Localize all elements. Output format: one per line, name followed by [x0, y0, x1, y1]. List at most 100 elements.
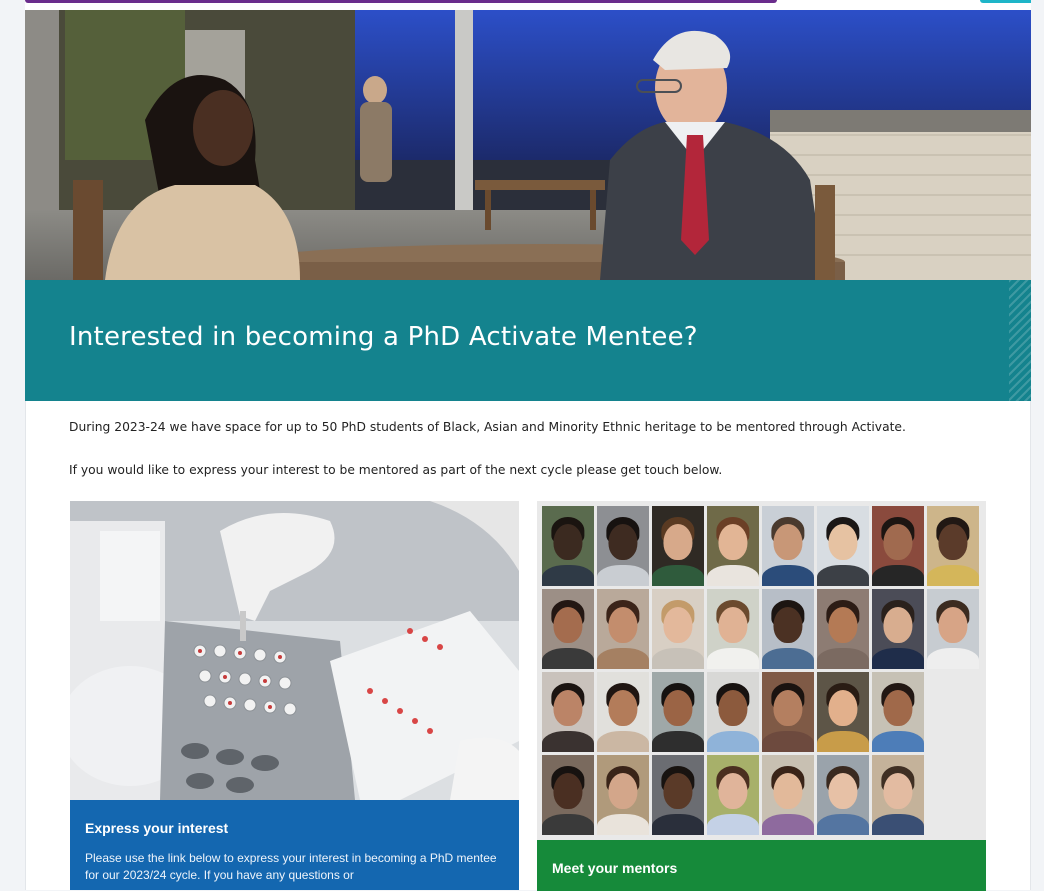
mentor-photo [542, 506, 594, 586]
mentor-shoulders [872, 814, 924, 835]
mentor-shoulders [872, 648, 924, 669]
mentor-face [828, 523, 858, 561]
mentor-shoulders [707, 814, 759, 835]
mentor-shoulders [872, 565, 924, 586]
mentor-shoulders [652, 648, 704, 669]
mentor-face [718, 772, 748, 810]
mentor-face [718, 523, 748, 561]
mentor-shoulders [872, 731, 924, 752]
mentor-shoulders [817, 648, 869, 669]
mentor-face [663, 689, 693, 727]
mentor-photo [597, 506, 649, 586]
mentor-shoulders [927, 565, 979, 586]
mentor-face [663, 523, 693, 561]
mentor-face [773, 772, 803, 810]
interest-paragraph: If you would like to express your intere… [69, 463, 723, 477]
meet-mentors-card[interactable]: Meet your mentors [537, 501, 986, 891]
mentor-photo [707, 589, 759, 669]
mentor-photo [762, 755, 814, 835]
hero-image [25, 10, 1031, 280]
mentor-photo [817, 506, 869, 586]
mentor-photo [817, 589, 869, 669]
mentor-shoulders [597, 814, 649, 835]
mentor-shoulders [762, 565, 814, 586]
express-interest-title[interactable]: Express your interest [85, 820, 504, 836]
banner-title: Interested in becoming a PhD Activate Me… [69, 322, 698, 352]
mentor-shoulders [652, 565, 704, 586]
mentor-photo [927, 506, 979, 586]
mentor-photo [762, 672, 814, 752]
mentor-shoulders [762, 731, 814, 752]
mentor-photo [872, 755, 924, 835]
mentor-photo [872, 672, 924, 752]
express-interest-card[interactable]: Express your interest Please use the lin… [70, 501, 519, 890]
mentor-photo [927, 672, 979, 752]
title-banner: Interested in becoming a PhD Activate Me… [25, 280, 1031, 401]
mentor-face [883, 772, 913, 810]
mentor-photo [597, 755, 649, 835]
mentor-face [773, 689, 803, 727]
mentor-face [718, 606, 748, 644]
mentor-shoulders [597, 731, 649, 752]
mentor-shoulders [542, 814, 594, 835]
mentor-face [608, 606, 638, 644]
intro-paragraph: During 2023-24 we have space for up to 5… [69, 420, 906, 434]
teal-accent-line [980, 0, 1031, 3]
mentor-photo [652, 589, 704, 669]
mentor-face [938, 606, 968, 644]
mentor-photo [817, 672, 869, 752]
mentor-photo [542, 755, 594, 835]
mentor-shoulders [707, 648, 759, 669]
mentor-shoulders [542, 731, 594, 752]
mentor-shoulders [597, 565, 649, 586]
express-interest-caption: Express your interest Please use the lin… [70, 800, 519, 890]
mentor-face [608, 772, 638, 810]
mentor-shoulders [542, 565, 594, 586]
mentor-face [553, 689, 583, 727]
mentor-photo [652, 755, 704, 835]
mentor-face [883, 689, 913, 727]
mentor-photo [542, 672, 594, 752]
mentor-shoulders [652, 814, 704, 835]
mentor-photo [817, 755, 869, 835]
mentor-face [883, 523, 913, 561]
meet-mentors-title[interactable]: Meet your mentors [552, 860, 971, 876]
mentor-photo [872, 506, 924, 586]
mentor-shoulders [652, 731, 704, 752]
mentor-photo [707, 755, 759, 835]
purple-accent-line [25, 0, 777, 3]
mentor-face [718, 689, 748, 727]
mentor-shoulders [762, 648, 814, 669]
mentor-face [828, 606, 858, 644]
mentor-face [828, 772, 858, 810]
mentor-shoulders [707, 731, 759, 752]
mentor-face [608, 689, 638, 727]
mentor-face [553, 772, 583, 810]
mentor-face [773, 606, 803, 644]
mentor-photo [762, 506, 814, 586]
mentor-photo [542, 589, 594, 669]
mentor-shoulders [817, 814, 869, 835]
mentor-face [553, 606, 583, 644]
mentor-shoulders [817, 731, 869, 752]
mentor-face [883, 606, 913, 644]
mentor-face [938, 523, 968, 561]
mentor-face [773, 523, 803, 561]
mentor-shoulders [762, 814, 814, 835]
mentor-photo [597, 672, 649, 752]
mentor-photo-grid [537, 501, 986, 841]
mentor-photo [597, 589, 649, 669]
mentor-photo [707, 506, 759, 586]
mentor-shoulders [542, 648, 594, 669]
lab-image [70, 501, 519, 800]
mentor-face [608, 523, 638, 561]
mentor-shoulders [927, 648, 979, 669]
hero-illustration [25, 10, 1031, 280]
mentor-shoulders [597, 648, 649, 669]
express-interest-body: Please use the link below to express you… [85, 851, 497, 882]
mentor-face [828, 689, 858, 727]
meet-mentors-caption: Meet your mentors [537, 840, 986, 891]
mentor-photo [927, 589, 979, 669]
mentor-photo [652, 672, 704, 752]
mentor-photo [762, 589, 814, 669]
